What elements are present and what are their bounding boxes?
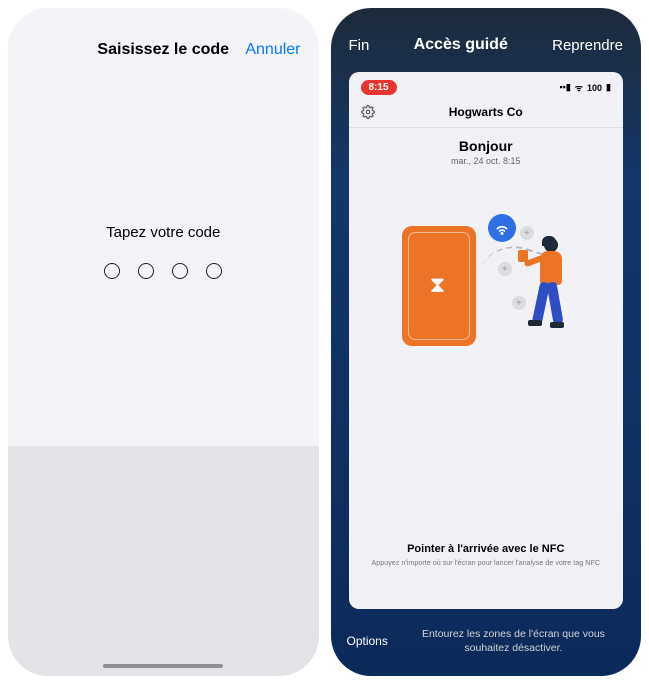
passcode-title: Saisissez le code <box>97 41 229 59</box>
gear-icon[interactable] <box>361 105 375 119</box>
greeting-date: mar., 24 oct. 8:15 <box>349 156 624 166</box>
home-indicator[interactable] <box>103 664 223 668</box>
guided-access-title: Accès guidé <box>414 36 508 54</box>
preview-appbar: Hogwarts Co <box>349 99 624 128</box>
signal-icon: ▪▪▮ <box>559 82 570 93</box>
passcode-body: Tapez votre code <box>8 78 319 446</box>
passcode-dots <box>104 263 222 279</box>
passcode-screen: Saisissez le code Annuler Tapez votre co… <box>8 8 319 676</box>
passcode-dot <box>104 263 120 279</box>
passcode-prompt: Tapez votre code <box>106 224 220 241</box>
nfc-illustration: ⧗ + + + <box>396 196 576 356</box>
guided-access-screen: Fin Accès guidé Reprendre 8:15 ▪▪▮ ᯤ 100… <box>331 8 642 676</box>
preview-statusbar: 8:15 ▪▪▮ ᯤ 100 ▮ <box>349 72 624 99</box>
guided-access-bottom: Options Entourez les zones de l'écran qu… <box>331 609 642 676</box>
guided-access-hint: Entourez les zones de l'écran que vous s… <box>402 627 625 656</box>
passcode-dot <box>172 263 188 279</box>
options-button[interactable]: Options <box>347 634 388 648</box>
wifi-icon: ᯤ <box>575 81 583 94</box>
nfc-title: Pointer à l'arrivée avec le NFC <box>363 543 610 555</box>
nfc-instruction: Pointer à l'arrivée avec le NFC Appuyez … <box>349 543 624 585</box>
plus-icon: + <box>498 262 512 276</box>
resume-button[interactable]: Reprendre <box>552 37 623 54</box>
passcode-dot <box>138 263 154 279</box>
cancel-button[interactable]: Annuler <box>245 41 300 59</box>
hourglass-icon: ⧗ <box>430 272 445 298</box>
guided-access-header: Fin Accès guidé Reprendre <box>331 8 642 66</box>
battery-label: 100 <box>587 83 602 93</box>
keypad-area[interactable] <box>8 446 319 676</box>
nfc-signal-icon <box>488 214 516 242</box>
app-preview[interactable]: 8:15 ▪▪▮ ᯤ 100 ▮ Hogwarts Co Bonjour mar… <box>349 72 624 609</box>
end-button[interactable]: Fin <box>349 37 370 54</box>
status-icons: ▪▪▮ ᯤ 100 ▮ <box>559 81 611 94</box>
plus-icon: + <box>512 296 526 310</box>
passcode-dot <box>206 263 222 279</box>
passcode-header: Saisissez le code Annuler <box>8 22 319 78</box>
greeting-title: Bonjour <box>349 138 624 154</box>
time-pill: 8:15 <box>361 80 397 95</box>
person-graphic <box>526 238 576 348</box>
nfc-subtitle: Appuyez n'importe où sur l'écran pour la… <box>363 558 610 567</box>
company-name: Hogwarts Co <box>449 105 523 119</box>
greeting-block: Bonjour mar., 24 oct. 8:15 <box>349 138 624 166</box>
battery-icon: ▮ <box>606 82 611 93</box>
